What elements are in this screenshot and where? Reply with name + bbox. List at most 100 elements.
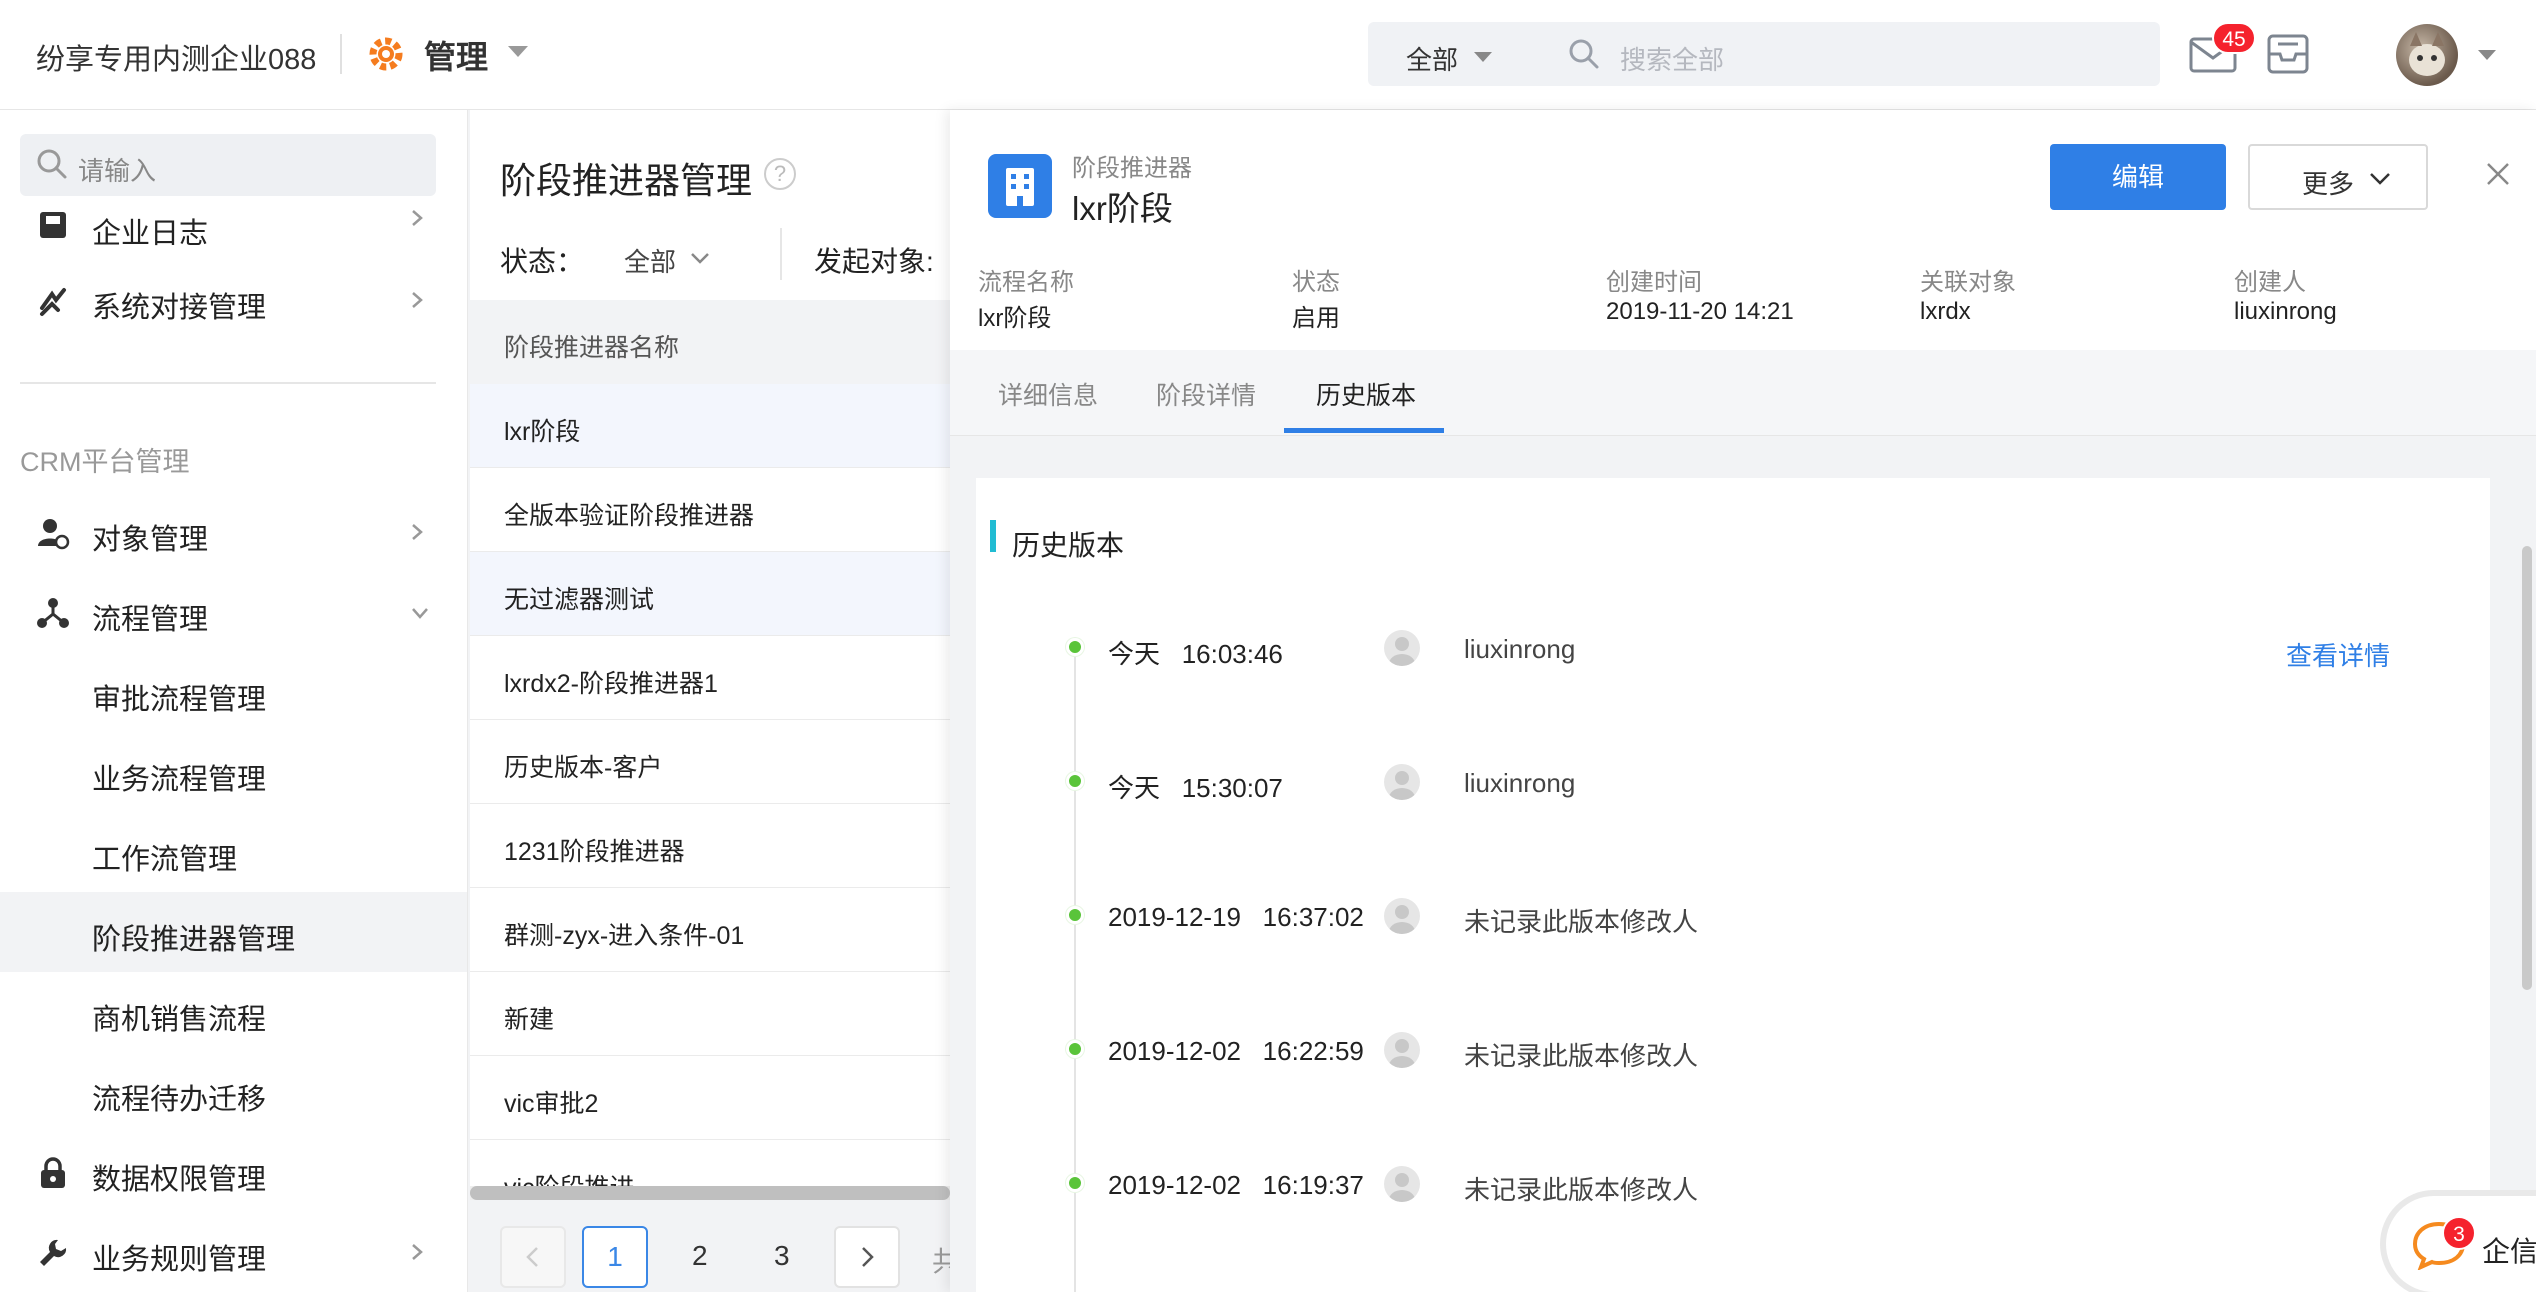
sidebar-item-object-management[interactable]: 对象管理 xyxy=(0,492,467,572)
table-row[interactable]: vic审批2 xyxy=(470,1056,950,1140)
row-name: 历史版本-客户 xyxy=(504,754,663,782)
search-scope-select[interactable]: 全部 xyxy=(1406,40,1458,77)
building-icon xyxy=(988,154,1052,218)
table-row[interactable]: 无过滤器测试 xyxy=(470,552,950,636)
section-title: 历史版本 xyxy=(1012,530,1125,561)
filter-divider xyxy=(780,228,782,280)
sidebar-item-data-permission[interactable]: 数据权限管理 xyxy=(0,1132,467,1212)
qixin-label: 企信 xyxy=(2482,1236,2536,1267)
history-date: 2019-12-02 16:22:59 xyxy=(1108,1036,1364,1066)
table-row[interactable]: lxr阶段 xyxy=(470,384,950,468)
page-button-2[interactable]: 2 xyxy=(692,1240,708,1272)
sidebar-subitem-business-flow[interactable]: 业务流程管理 xyxy=(0,732,467,812)
horizontal-scrollbar[interactable] xyxy=(470,1186,950,1200)
avatar xyxy=(1384,764,1420,800)
page-button-3[interactable]: 3 xyxy=(774,1240,790,1272)
page-button-1[interactable]: 1 xyxy=(582,1226,648,1288)
sidebar-group-title: CRM平台管理 xyxy=(20,447,190,477)
tab-history[interactable]: 历史版本 xyxy=(1316,376,1416,412)
section-accent-bar xyxy=(990,520,996,552)
avatar xyxy=(1384,898,1420,934)
info-value-flow-name: lxr阶段 xyxy=(978,305,1052,332)
table-row[interactable]: lxrdx2-阶段推进器1 xyxy=(470,636,950,720)
sidebar-subitem-todo-migration[interactable]: 流程待办迁移 xyxy=(0,1052,467,1132)
sidebar-subitem-approval-flow[interactable]: 审批流程管理 xyxy=(0,652,467,732)
sidebar-subitem-stage-advancer[interactable]: 阶段推进器管理 xyxy=(0,892,467,972)
table-row[interactable]: 历史版本-客户 xyxy=(470,720,950,804)
chevron-down-icon[interactable] xyxy=(1474,52,1492,62)
chevron-down-icon[interactable] xyxy=(688,246,712,270)
qixin-badge: 3 xyxy=(2442,1216,2476,1250)
tab-stage-detail[interactable]: 阶段详情 xyxy=(1156,376,1256,412)
chevron-down-icon[interactable] xyxy=(2478,50,2496,60)
sidebar-item-business-rules[interactable]: 业务规则管理 xyxy=(0,1212,467,1292)
sidebar-subitem-label: 业务流程管理 xyxy=(92,764,267,796)
link-icon xyxy=(40,288,66,316)
sidebar-item-label: 数据权限管理 xyxy=(92,1164,267,1196)
sidebar-subitem-label: 审批流程管理 xyxy=(92,684,267,716)
sidebar-subitem-label: 阶段推进器管理 xyxy=(92,924,296,956)
table-row[interactable]: vic阶段推进 xyxy=(470,1140,950,1186)
table-row[interactable]: 全版本验证阶段推进器 xyxy=(470,468,950,552)
sidebar-item-company-log[interactable]: 企业日志 xyxy=(0,186,467,256)
close-icon[interactable] xyxy=(2484,160,2512,188)
sidebar-item-process-management[interactable]: 流程管理 xyxy=(0,572,467,652)
object-filter-label: 发起对象: xyxy=(814,246,934,277)
row-name: vic审批2 xyxy=(504,1090,599,1118)
vertical-scrollbar[interactable] xyxy=(2522,546,2532,990)
history-date: 2019-12-19 16:37:02 xyxy=(1108,902,1364,932)
chevron-right-icon xyxy=(412,1244,423,1260)
user-avatar[interactable] xyxy=(2396,24,2458,86)
tab-detail-info[interactable]: 详细信息 xyxy=(998,376,1098,412)
column-header-name: 阶段推进器名称 xyxy=(504,334,680,362)
detail-title: lxr阶段 xyxy=(1072,190,1173,227)
global-search-input[interactable]: 搜索全部 xyxy=(1620,40,1724,77)
status-filter-label: 状态： xyxy=(500,246,585,277)
help-icon[interactable]: ? xyxy=(764,158,796,190)
sidebar-item-label: 对象管理 xyxy=(92,524,209,556)
sidebar-item-system-integration[interactable]: 系统对接管理 xyxy=(0,260,467,340)
table-row[interactable]: 群测-zyx-进入条件-01 xyxy=(470,888,950,972)
more-button[interactable]: 更多 xyxy=(2248,144,2428,210)
timeline-dot xyxy=(1066,906,1084,924)
sidebar: 请输入 企业日志 系统对接管理 CRM平台管理 对象管理 流程管理 审批流程管理… xyxy=(0,110,468,1292)
chevron-right-icon xyxy=(862,1247,874,1267)
avatar xyxy=(1384,630,1420,666)
lock-icon xyxy=(41,1157,65,1188)
edit-button[interactable]: 编辑 xyxy=(2050,144,2226,210)
qixin-chat-widget[interactable]: 3 企信 xyxy=(2386,1196,2536,1292)
sidebar-item-label: 企业日志 xyxy=(92,218,209,250)
scrollbar-thumb[interactable] xyxy=(470,1186,950,1200)
table-row[interactable]: 1231阶段推进器 xyxy=(470,804,950,888)
app-title[interactable]: 管理 xyxy=(424,32,488,78)
row-name: 全版本验证阶段推进器 xyxy=(504,502,755,530)
status-filter-select[interactable]: 全部 xyxy=(624,242,676,279)
timeline-dot xyxy=(1066,1174,1084,1192)
mail-badge: 45 xyxy=(2212,22,2256,54)
chevron-down-icon[interactable] xyxy=(508,46,528,57)
sidebar-search-input[interactable]: 请输入 xyxy=(78,151,156,188)
sidebar-divider xyxy=(20,382,436,384)
sidebar-subitem-label: 工作流管理 xyxy=(92,844,238,876)
detail-panel: 阶段推进器 lxr阶段 编辑 更多 流程名称 lxr阶段 状态 启用 创建时间 … xyxy=(950,110,2536,1292)
sidebar-subitem-label: 流程待办迁移 xyxy=(92,1084,267,1116)
history-user: 未记录此版本修改人 xyxy=(1464,907,1699,937)
sidebar-subitem-opportunity-flow[interactable]: 商机销售流程 xyxy=(0,972,467,1052)
page-title: 阶段推进器管理 xyxy=(500,160,753,201)
chevron-right-icon xyxy=(412,292,423,308)
inbox-icon[interactable] xyxy=(2264,30,2312,78)
sidebar-item-label: 业务规则管理 xyxy=(92,1244,267,1276)
info-label-creator: 创建人 xyxy=(2234,269,2306,296)
row-name: 群测-zyx-进入条件-01 xyxy=(504,922,745,950)
info-value-creator: liuxinrong xyxy=(2234,298,2337,325)
log-icon xyxy=(40,212,66,238)
prev-page-button[interactable] xyxy=(500,1226,566,1288)
company-name[interactable]: 纷享专用内测企业088 xyxy=(36,36,316,78)
table-row[interactable]: 新建 xyxy=(470,972,950,1056)
info-label-flow-name: 流程名称 xyxy=(978,269,1074,296)
history-date: 今天 15:30:07 xyxy=(1108,773,1283,803)
list-panel: 阶段推进器管理 ? 状态： 全部 发起对象: 阶段推进器名称 lxr阶段 全版本… xyxy=(470,110,950,1292)
next-page-button[interactable] xyxy=(834,1226,900,1288)
view-details-link[interactable]: 查看详情 xyxy=(2286,636,2390,673)
sidebar-subitem-workflow[interactable]: 工作流管理 xyxy=(0,812,467,892)
